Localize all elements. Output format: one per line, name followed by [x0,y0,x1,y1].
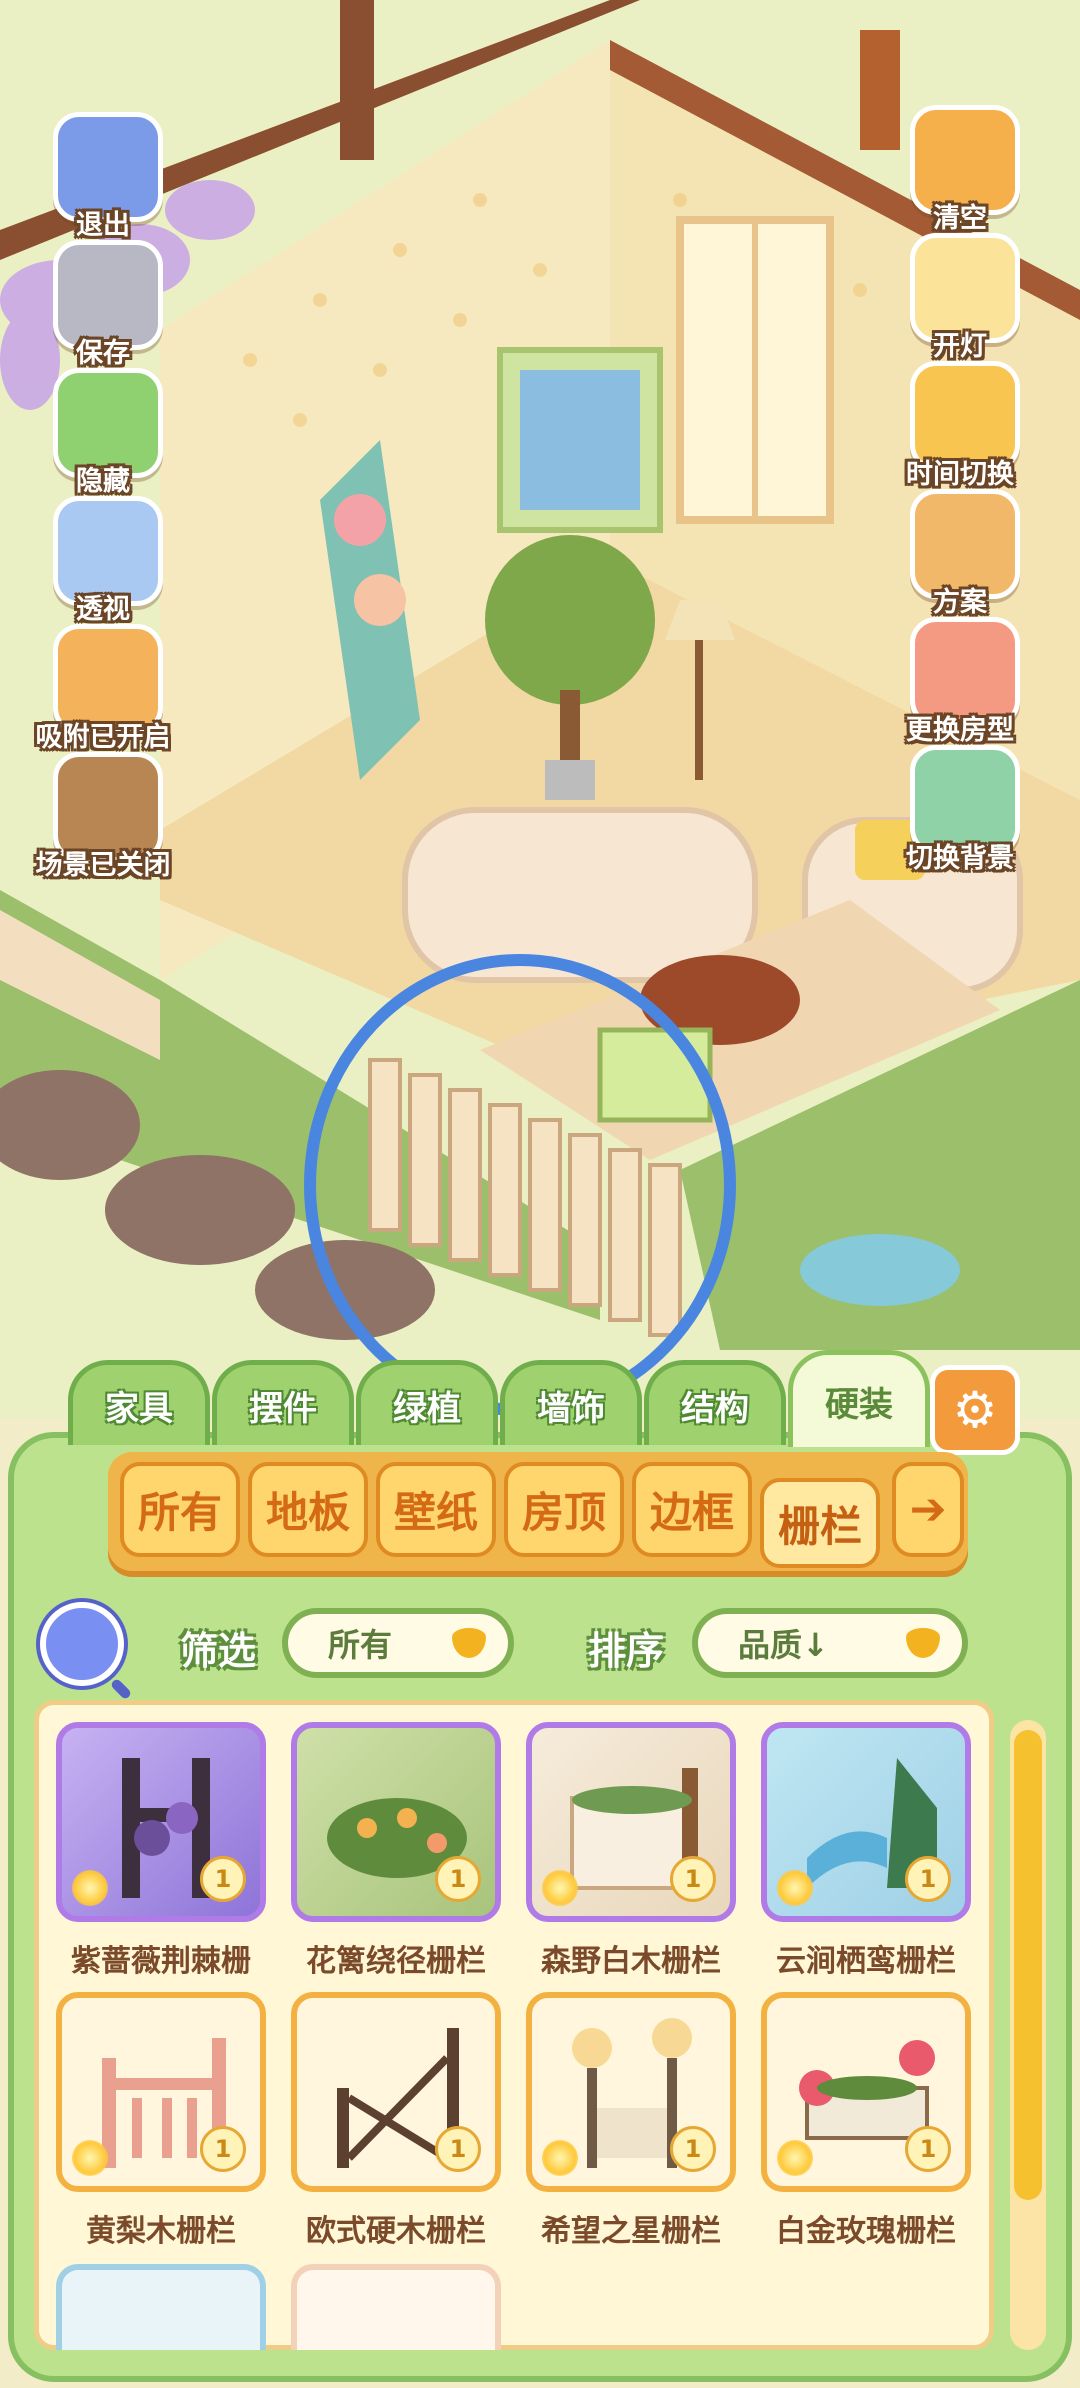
tab-ornaments[interactable]: 摆件 [212,1360,354,1445]
snap-toggle-button[interactable]: 吸附已开启 [36,624,171,754]
item-name: 森野白木栅栏 [541,1944,721,1979]
dropdown-caret-icon [452,1628,486,1658]
save-button[interactable]: 保存 [38,240,168,370]
sort-dropdown[interactable]: 品质↓ [692,1608,968,1678]
item-card[interactable]: 1 [761,1722,971,1922]
item-name: 白金玫瑰栅栏 [776,2214,956,2249]
clear-button[interactable]: 清空 [895,105,1025,235]
item-name: 花篱绕径栅栏 [306,1944,486,1979]
subcat-wallpaper[interactable]: 壁纸 [376,1462,496,1557]
bulb-icon [72,2140,108,2176]
scrollbar-thumb[interactable] [1014,1730,1042,2200]
item-name: 黄梨木栅栏 [86,2214,236,2249]
tab-furniture[interactable]: 家具 [68,1360,210,1445]
plan-button[interactable]: 方案 [895,489,1025,619]
time-switch-button[interactable]: 时间切换 [895,361,1025,491]
item-card[interactable]: 1 [56,1722,266,1922]
hide-button[interactable]: 隐藏 [38,368,168,498]
gear-icon: ⚙ [952,1381,998,1439]
item-card[interactable] [56,2264,266,2350]
tab-plants[interactable]: 绿植 [356,1360,498,1445]
item-name: 云涧栖鸾栅栏 [776,1944,956,1979]
subcat-border[interactable]: 边框 [632,1462,752,1557]
item-card[interactable] [291,2264,501,2350]
item-name: 紫蔷薇荆棘栅 [71,1944,251,1979]
bulb-icon [542,1870,578,1906]
bulb-icon [777,1870,813,1906]
bulb-icon [542,2140,578,2176]
bulb-icon [777,2140,813,2176]
item-name: 欧式硬木栅栏 [306,2214,486,2249]
subcat-fence[interactable]: 栅栏 [760,1478,880,1568]
item-card[interactable]: 1 [526,1992,736,2192]
category-tabs: 家具 摆件 绿植 墙饰 结构 硬装 [0,1350,1080,1447]
tab-structure[interactable]: 结构 [644,1360,786,1445]
subcat-all[interactable]: 所有 [120,1462,240,1557]
tab-wall-decor[interactable]: 墙饰 [500,1360,642,1445]
settings-button[interactable]: ⚙ [930,1365,1020,1455]
dropdown-caret-icon [906,1628,940,1658]
filter-label: 筛选 [180,1629,257,1673]
tab-hard-decoration[interactable]: 硬装 [788,1350,930,1447]
item-card[interactable]: 1 [291,1992,501,2192]
item-card[interactable]: 1 [56,1992,266,2192]
change-room-button[interactable]: 更换房型 [895,617,1025,747]
item-card[interactable]: 1 [761,1992,971,2192]
exit-button[interactable]: 退出 [38,112,168,242]
search-button[interactable] [40,1602,124,1686]
next-category-button[interactable]: ➔ [892,1462,964,1557]
sort-label: 排序 [588,1629,665,1673]
item-card[interactable]: 1 [291,1722,501,1922]
perspective-button[interactable]: 透视 [38,496,168,626]
item-name: 希望之星栅栏 [541,2214,721,2249]
subcat-roof[interactable]: 房顶 [504,1462,624,1557]
light-button[interactable]: 开灯 [895,233,1025,363]
subcat-floor[interactable]: 地板 [248,1462,368,1557]
filter-dropdown[interactable]: 所有 [282,1608,514,1678]
bulb-icon [72,1870,108,1906]
item-card[interactable]: 1 [526,1722,736,1922]
scene-toggle-button[interactable]: 场景已关闭 [36,752,171,882]
arrow-right-icon: ➔ [909,1484,947,1535]
change-background-button[interactable]: 切换背景 [895,745,1025,875]
